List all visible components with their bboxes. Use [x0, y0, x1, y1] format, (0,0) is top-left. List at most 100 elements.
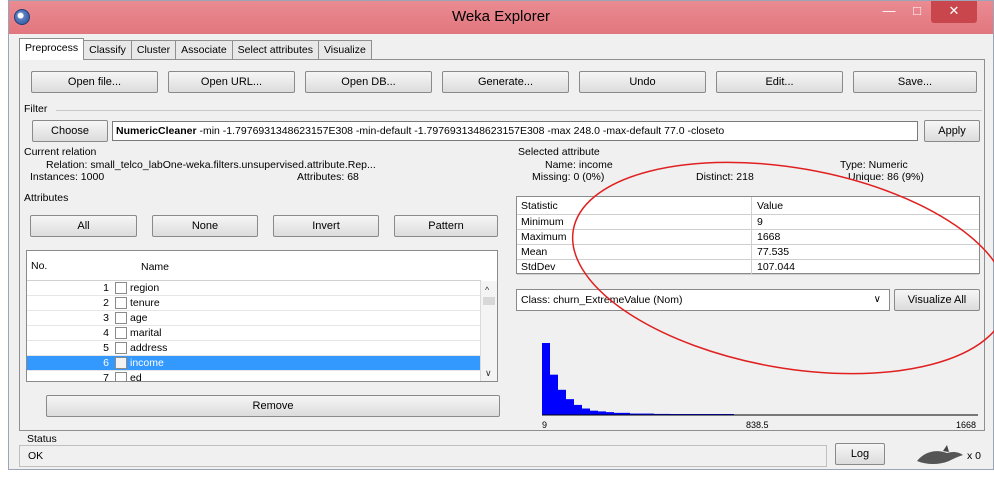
histogram-bar	[590, 410, 598, 415]
log-button[interactable]: Log	[835, 443, 885, 465]
attr-name-value: income	[578, 159, 613, 171]
status-message: OK	[19, 445, 827, 467]
row-checkbox[interactable]	[115, 357, 127, 369]
attributes-table: No. Name 1 region 2 tenure 3 age 4 marital 5…	[26, 250, 498, 382]
tab-bar: Preprocess Classify Cluster Associate Se…	[19, 38, 372, 60]
tab-associate[interactable]: Associate	[175, 40, 233, 60]
statistic-column-header: Statistic	[521, 200, 558, 212]
table-row[interactable]: 4 marital	[27, 326, 481, 341]
save-button[interactable]: Save...	[853, 71, 977, 93]
table-row[interactable]: 1 region	[27, 281, 481, 296]
type-row: Type: Numeric	[840, 159, 908, 171]
relation-label: Relation:	[46, 159, 88, 171]
table-row[interactable]: 7 ed	[27, 371, 481, 381]
open-db-button[interactable]: Open DB...	[305, 71, 432, 93]
bird-body	[917, 451, 963, 464]
attributes-table-header: No. Name	[27, 251, 481, 281]
row-number: 1	[103, 282, 109, 294]
statistic-name: Mean	[521, 246, 548, 258]
statistic-value: 107.044	[757, 261, 795, 273]
histogram-min-label: 9	[542, 420, 547, 430]
class-selector-dropdown[interactable]: Class: churn_ExtremeValue (Nom) ∨	[516, 289, 890, 311]
column-divider	[751, 230, 752, 245]
chevron-down-icon[interactable]: ∨	[874, 290, 881, 310]
row-checkbox[interactable]	[115, 372, 127, 381]
attr-missing-value: 0 (0%)	[573, 171, 605, 183]
histogram-bar	[598, 411, 606, 415]
weka-explorer-window: Weka Explorer — □ ✕ Preprocess Classify …	[8, 0, 994, 470]
attributes-count-value: 68	[347, 171, 359, 183]
open-url-button[interactable]: Open URL...	[168, 71, 295, 93]
row-checkbox[interactable]	[115, 282, 127, 294]
row-number: 6	[103, 357, 109, 369]
attr-missing-label: Missing:	[532, 171, 571, 183]
row-checkbox[interactable]	[115, 327, 127, 339]
column-divider	[751, 245, 752, 260]
attributes-scrollbar[interactable]: ^ ∨	[480, 281, 497, 381]
invert-selection-button[interactable]: Invert	[273, 215, 379, 237]
task-count: x 0	[967, 450, 982, 462]
filter-config-field[interactable]: NumericCleaner -min -1.7976931348623157E…	[112, 121, 918, 141]
class-selector-value: Class: churn_ExtremeValue (Nom)	[521, 294, 683, 306]
histogram-bars	[542, 343, 734, 415]
tab-visualize[interactable]: Visualize	[317, 40, 372, 60]
undo-button[interactable]: Undo	[579, 71, 706, 93]
selected-attribute-label: Selected attribute	[518, 146, 600, 158]
attr-type-label: Type:	[840, 159, 866, 171]
close-icon[interactable]: ✕	[931, 1, 977, 23]
distinct-row: Distinct: 218	[696, 171, 754, 183]
row-number: 4	[103, 327, 109, 339]
statistic-name: Minimum	[521, 216, 564, 228]
filter-group-line	[56, 110, 982, 111]
tab-classify[interactable]: Classify	[83, 40, 132, 60]
statistic-value: 9	[757, 216, 763, 228]
edit-button[interactable]: Edit...	[716, 71, 843, 93]
table-row[interactable]: 2 tenure	[27, 296, 481, 311]
table-row-selected[interactable]: 6 income	[27, 356, 481, 371]
table-row[interactable]: 5 address	[27, 341, 481, 356]
choose-filter-button[interactable]: Choose	[32, 120, 108, 142]
title-bar[interactable]: Weka Explorer — □ ✕	[9, 1, 993, 34]
scrollbar-thumb[interactable]	[483, 297, 495, 305]
column-header-name: Name	[141, 261, 170, 273]
remove-button[interactable]: Remove	[46, 395, 500, 417]
unique-row: Unique: 86 (9%)	[848, 171, 924, 183]
visualize-all-button[interactable]: Visualize All	[894, 289, 980, 311]
status-section-label: Status	[27, 433, 57, 445]
tab-cluster[interactable]: Cluster	[130, 40, 177, 60]
filter-section-label: Filter	[24, 103, 48, 115]
select-all-button[interactable]: All	[30, 215, 137, 237]
select-none-button[interactable]: None	[152, 215, 258, 237]
maximize-icon[interactable]: □	[903, 1, 931, 23]
weka-bird-icon[interactable]	[913, 443, 967, 467]
column-header-no: No.	[31, 260, 48, 272]
generate-button[interactable]: Generate...	[442, 71, 569, 93]
pattern-button[interactable]: Pattern	[394, 215, 498, 237]
tab-select-attributes[interactable]: Select attributes	[231, 40, 319, 60]
statistic-row: Minimum 9	[517, 215, 979, 230]
minimize-icon[interactable]: —	[875, 1, 903, 23]
column-divider	[751, 215, 752, 230]
open-file-button[interactable]: Open file...	[31, 71, 158, 93]
table-row[interactable]: 3 age	[27, 311, 481, 326]
row-checkbox[interactable]	[115, 312, 127, 324]
filter-name: NumericCleaner	[116, 125, 197, 137]
apply-button[interactable]: Apply	[924, 120, 980, 142]
row-checkbox[interactable]	[115, 297, 127, 309]
histogram-bar	[574, 404, 582, 415]
statistic-value: 77.535	[757, 246, 790, 258]
scroll-down-icon[interactable]: ∨	[485, 368, 492, 379]
statistic-row: StdDev 107.044	[517, 260, 979, 275]
attr-unique-value: 86 (9%)	[887, 171, 924, 183]
histogram-bar	[582, 408, 590, 415]
scroll-up-icon[interactable]: ^	[485, 285, 489, 295]
row-checkbox[interactable]	[115, 342, 127, 354]
relation-row: Relation: small_telco_labOne-weka.filter…	[46, 159, 376, 171]
histogram-bar	[558, 389, 566, 415]
column-divider	[751, 260, 752, 275]
attr-name-label: Name:	[545, 159, 576, 171]
histogram-bar	[542, 343, 550, 415]
tab-preprocess[interactable]: Preprocess	[19, 38, 85, 60]
row-name: age	[130, 312, 148, 324]
row-name: address	[130, 342, 168, 354]
